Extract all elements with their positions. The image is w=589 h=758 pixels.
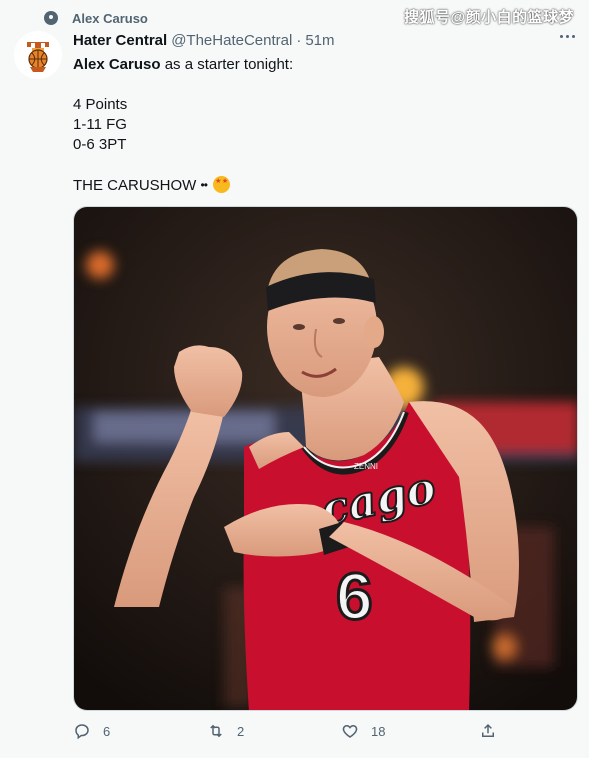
stat-line: 0-6 3PT [73,136,127,153]
retweet-count: 2 [237,723,245,739]
stat-line: 1-11 FG [73,116,127,133]
reply-icon [75,724,89,740]
tweet-photo[interactable]: cago 6 ZENNI [73,206,578,711]
like-button[interactable]: 18 [341,722,385,740]
tweet-header: Hater Central @TheHateCentral · 51m [73,32,335,49]
share-button[interactable] [479,722,497,740]
reply-button[interactable]: 6 [73,722,110,740]
user-handle[interactable]: @TheHateCentral [171,32,292,49]
retweet-icon [210,724,222,738]
jersey-number: 6 [336,559,373,633]
topic-icon [44,11,58,25]
topic-label: Alex Caruso [72,10,148,26]
eyes-emoji: •• [200,178,208,192]
tweet-card[interactable]: Alex Caruso 搜狐号@颜小白的篮球梦 Hater Central @T… [0,0,589,758]
tweet-text-line: as a starter tonight: [160,56,294,73]
timestamp[interactable]: 51m [305,32,334,49]
closing-text: THE CARUSHOW [73,177,197,194]
watermark: 搜狐号@颜小白的篮球梦 [404,9,575,26]
mention-name: Alex Caruso [73,56,161,73]
player-photo: cago 6 ZENNI [74,207,577,710]
reply-count: 6 [103,723,111,739]
like-count: 18 [371,723,386,739]
stat-line: 4 Points [73,96,128,113]
avatar-logo [14,31,62,79]
separator-dot: · [296,32,302,49]
tweet-text: Alex Caruso as a starter tonight: 4 Poin… [73,55,563,196]
share-icon [482,723,494,737]
star-struck-emoji [213,176,231,193]
like-icon [342,724,358,738]
retweet-button[interactable]: 2 [207,722,244,740]
jersey-brand: ZENNI [354,462,378,471]
topic-context[interactable]: Alex Caruso [44,9,148,27]
more-icon[interactable] [560,35,575,38]
avatar[interactable] [14,31,62,79]
action-bar: 6 2 18 [73,722,503,744]
display-name[interactable]: Hater Central [73,32,167,49]
